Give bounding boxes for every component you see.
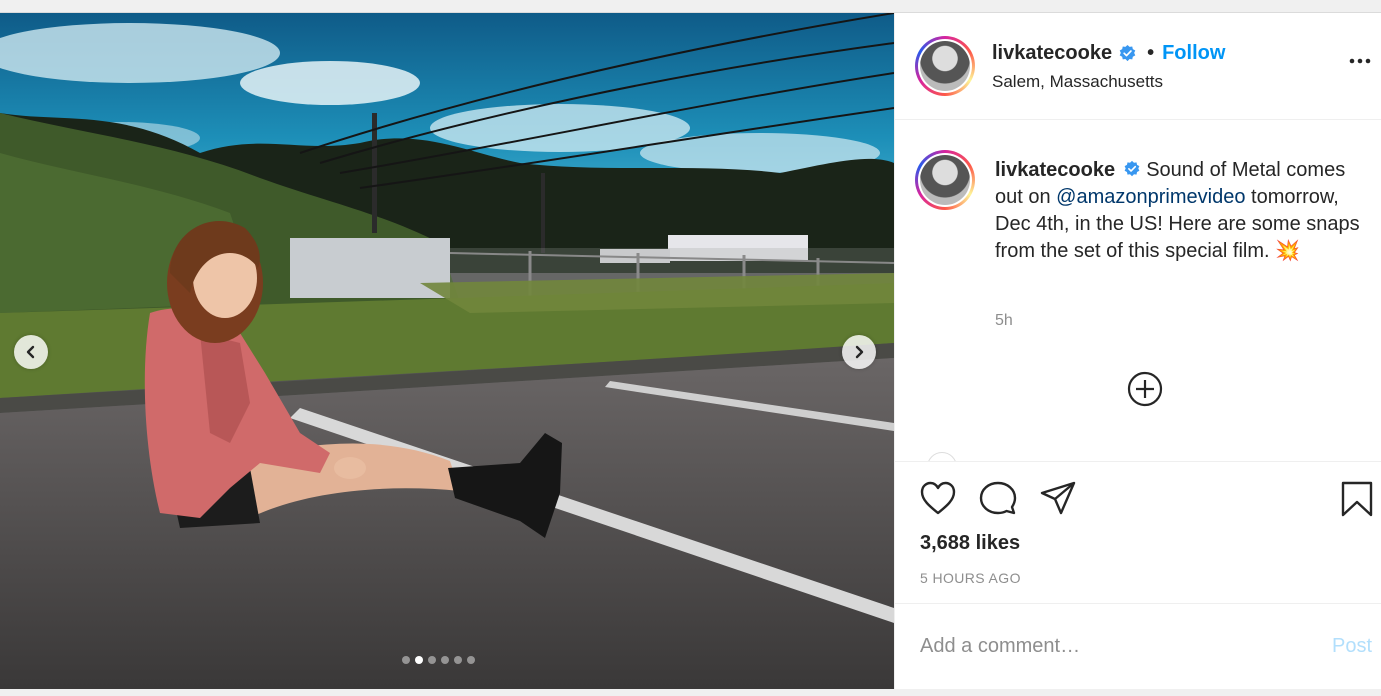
post-location[interactable]: Salem, Massachusetts <box>992 72 1163 92</box>
caption-avatar[interactable] <box>915 150 975 210</box>
next-comment-avatar <box>927 452 957 461</box>
author-username[interactable]: livkatecooke <box>992 42 1112 65</box>
author-row: livkatecooke • Follow <box>992 42 1225 65</box>
carousel-dot <box>467 656 475 664</box>
comment-icon[interactable] <box>979 480 1017 516</box>
photo-scene <box>0 13 894 689</box>
heart-icon[interactable] <box>919 480 957 516</box>
bookmark-icon[interactable] <box>1340 480 1374 518</box>
post-comment-button[interactable]: Post <box>1332 635 1372 658</box>
post-modal: livkatecooke • Follow Salem, Massachuset… <box>0 12 1381 689</box>
comments-section: livkatecooke Sound of Metal comes out on… <box>895 120 1381 462</box>
mention-link[interactable]: @amazonprimevideo <box>1056 186 1245 208</box>
carousel-dot <box>454 656 462 664</box>
more-options-icon[interactable] <box>1349 57 1371 65</box>
post-actions: 3,688 likes 5 HOURS AGO <box>895 462 1381 604</box>
carousel-dot <box>428 656 436 664</box>
comment-input[interactable] <box>920 626 1300 666</box>
follow-button[interactable]: Follow <box>1162 42 1225 65</box>
caption-timestamp[interactable]: 5h <box>995 312 1013 330</box>
carousel-dot <box>415 656 423 664</box>
author-avatar[interactable] <box>915 36 975 96</box>
carousel-next-button[interactable] <box>842 335 876 369</box>
post-timestamp[interactable]: 5 HOURS AGO <box>920 570 1021 586</box>
carousel-indicators <box>402 656 475 664</box>
carousel-prev-button[interactable] <box>14 335 48 369</box>
carousel-dot <box>402 656 410 664</box>
load-more-comments-icon[interactable] <box>1127 371 1163 407</box>
separator-dot: • <box>1147 42 1155 64</box>
comment-form: Post <box>895 604 1381 689</box>
post-photo[interactable] <box>0 13 894 689</box>
verified-badge-icon <box>1119 44 1136 62</box>
verified-badge-icon <box>1124 160 1140 177</box>
carousel-dot <box>441 656 449 664</box>
chevron-left-icon <box>26 345 35 359</box>
chevron-right-icon <box>855 345 864 359</box>
share-icon[interactable] <box>1039 480 1077 516</box>
like-count[interactable]: 3,688 likes <box>920 532 1020 555</box>
explosion-emoji: 💥 <box>1275 240 1301 262</box>
post-header: livkatecooke • Follow Salem, Massachuset… <box>895 13 1381 120</box>
caption-text: livkatecooke Sound of Metal comes out on… <box>995 157 1367 265</box>
post-side-panel: livkatecooke • Follow Salem, Massachuset… <box>894 13 1381 689</box>
caption-username[interactable]: livkatecooke <box>995 159 1115 181</box>
